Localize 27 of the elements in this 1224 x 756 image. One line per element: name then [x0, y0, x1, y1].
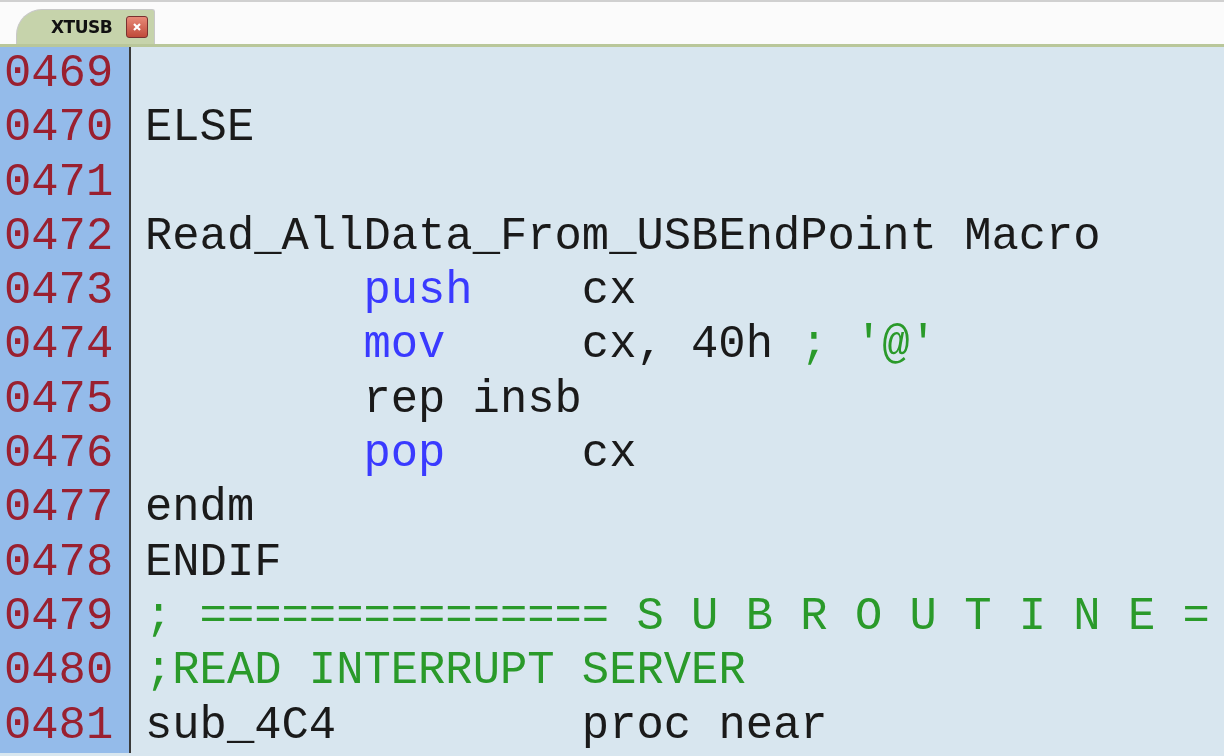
code-line: ENDIF	[145, 535, 282, 590]
code-line: sub_4C4 proc near	[145, 698, 828, 753]
code-line: mov cx, 40h ; '@'	[363, 318, 937, 373]
line-number: 0471	[0, 155, 131, 210]
code-line: pop cx	[363, 427, 637, 482]
code-line: ;READ INTERRUPT SERVER	[145, 644, 746, 699]
close-icon	[132, 22, 143, 32]
line-number: 0480	[0, 644, 131, 699]
editor-tab[interactable]: XTUSB	[16, 9, 156, 44]
line-number: 0469	[0, 47, 131, 102]
code-line: push cx	[363, 264, 637, 319]
line-number: 0474	[0, 318, 131, 373]
code-line: endm	[145, 481, 255, 536]
code-line: ; =============== S U B R O U T I N E =	[145, 589, 1210, 645]
line-number: 0479	[0, 589, 131, 645]
close-button[interactable]	[126, 16, 149, 38]
line-number: 0472	[0, 209, 131, 265]
line-number: 0473	[0, 264, 131, 319]
line-number: 0475	[0, 372, 131, 428]
line-number: 0476	[0, 427, 131, 482]
line-number: 0477	[0, 481, 131, 536]
code-line: ELSE	[145, 101, 255, 156]
line-number: 0478	[0, 535, 131, 590]
line-number: 0481	[0, 698, 131, 753]
code-line: rep insb	[363, 372, 582, 428]
line-number: 0470	[0, 101, 131, 156]
code-line: Read_AllData_From_USBEndPoint Macro	[145, 209, 1101, 265]
